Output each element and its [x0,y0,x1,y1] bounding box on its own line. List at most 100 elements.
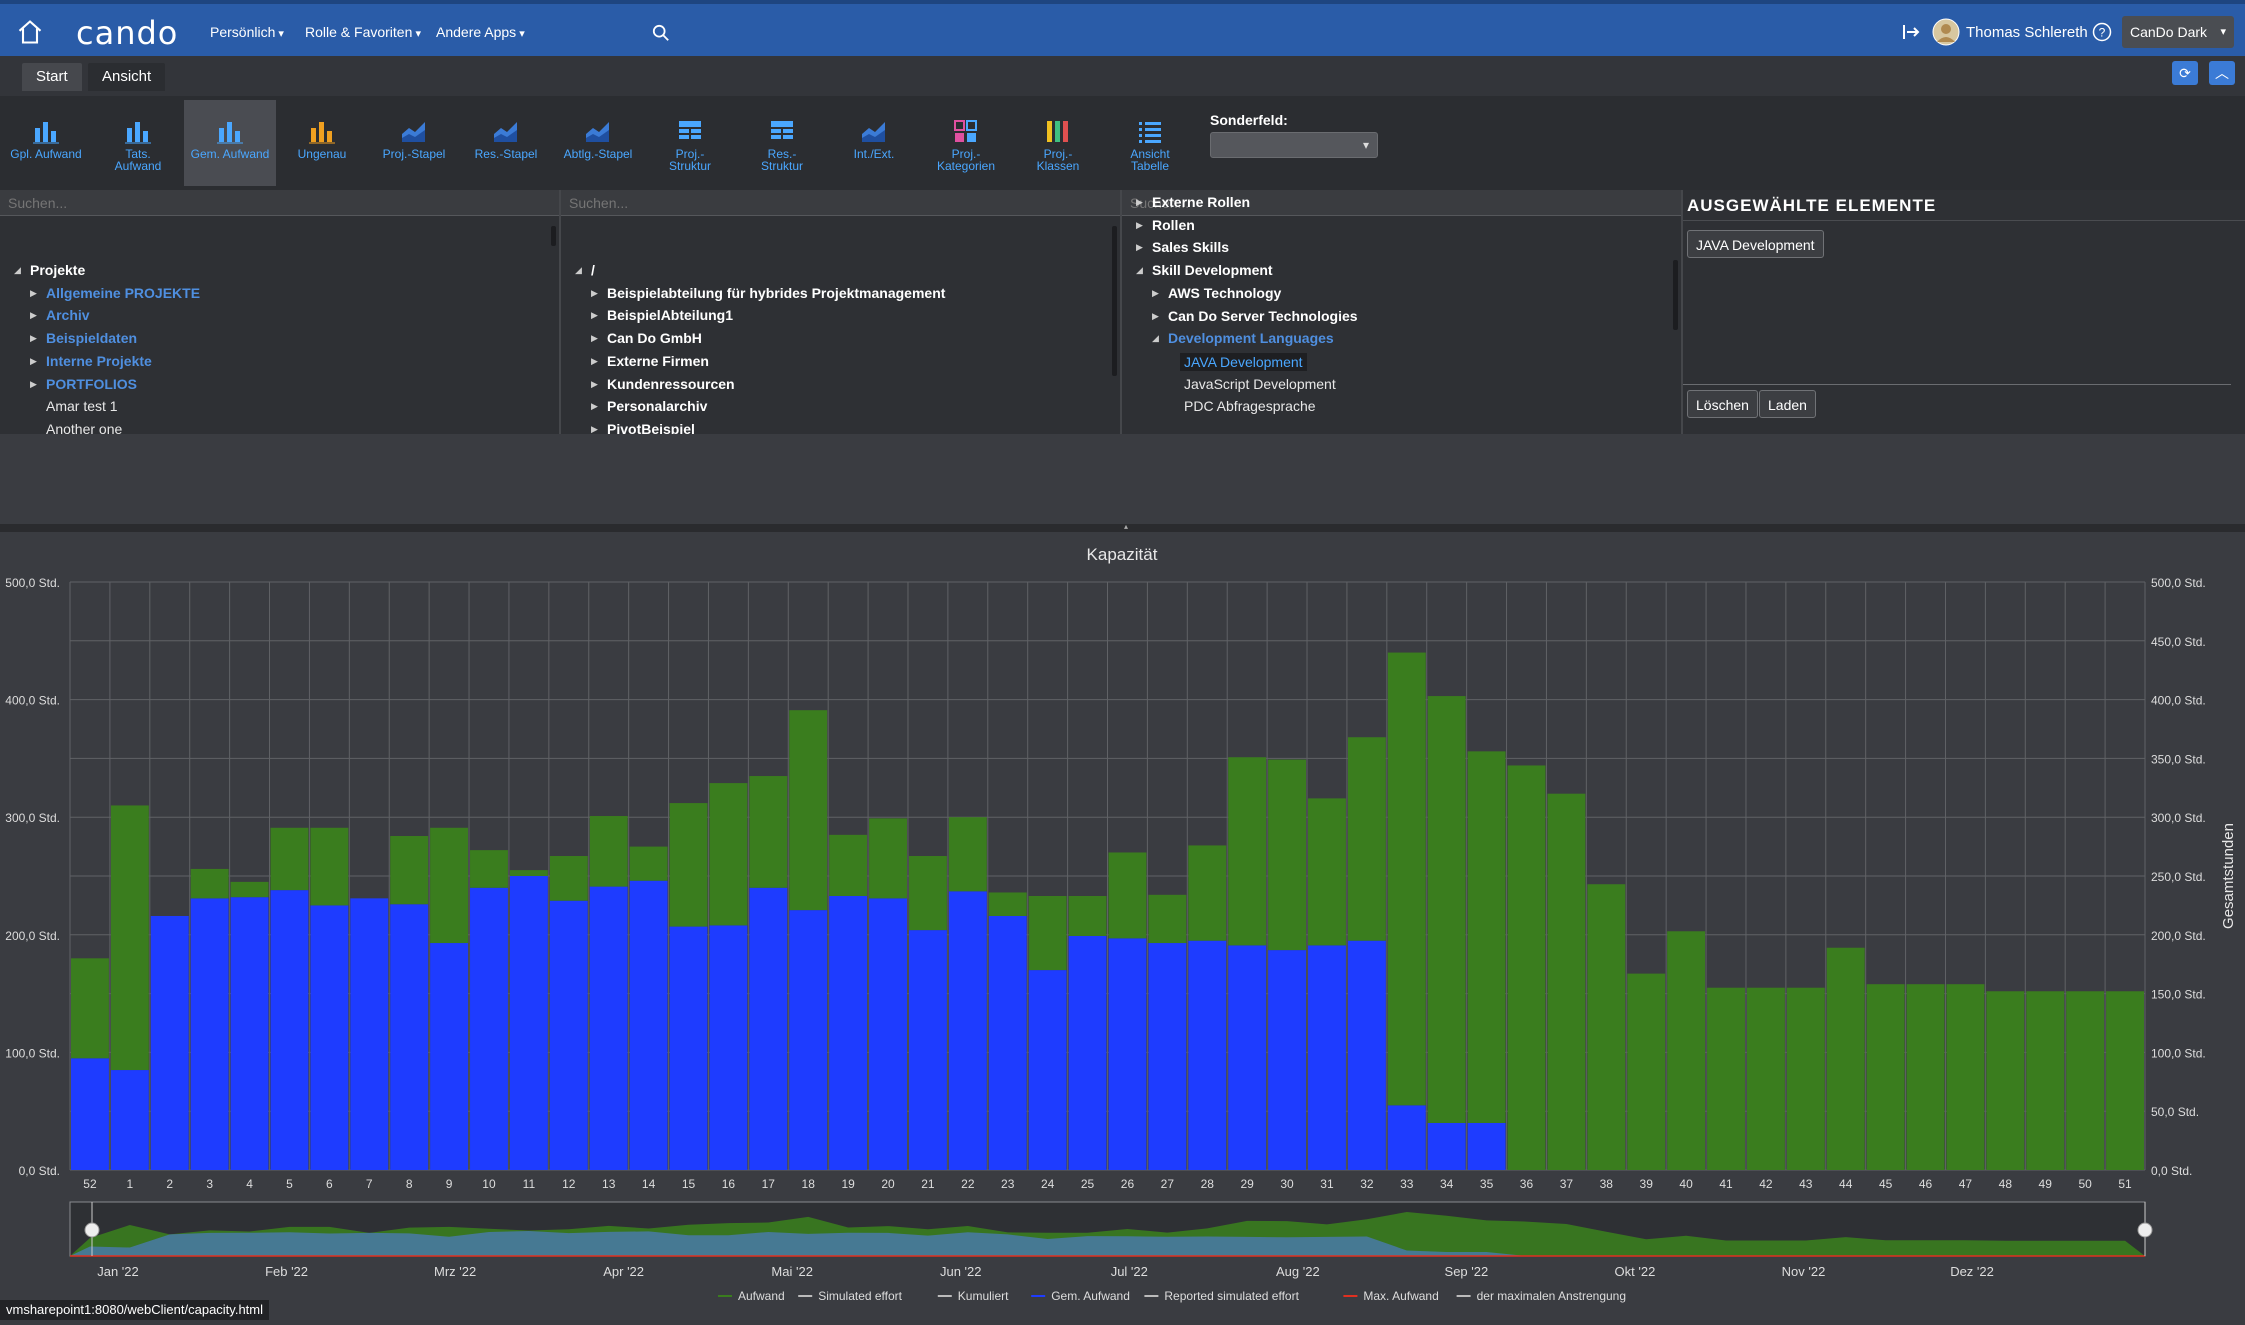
bar-aufwand[interactable] [2026,991,2065,1170]
bar-gem-aufwand[interactable] [908,930,947,1170]
tree-item[interactable]: Personalarchiv [607,398,707,414]
tree-item[interactable]: PORTFOLIOS [46,376,137,392]
splitter-handle[interactable]: ▴ [0,523,2245,532]
bar-aufwand[interactable] [1507,765,1546,1170]
ribbon-button-proj-klassen[interactable]: Proj.-Klassen [1012,100,1104,186]
ribbon-button-abtlg-stapel[interactable]: Abtlg.-Stapel [552,100,644,186]
tree-item[interactable]: Development Languages [1168,330,1334,346]
bar-aufwand[interactable] [1308,798,1346,946]
collapsed-arrow-icon[interactable]: ▶ [591,310,598,321]
tree-item[interactable]: JAVA Development [1180,352,1307,371]
bar-gem-aufwand[interactable] [110,1070,149,1170]
bar-aufwand[interactable] [1268,759,1307,951]
bar-gem-aufwand[interactable] [709,925,748,1170]
bar-aufwand[interactable] [1946,984,1985,1170]
bar-gem-aufwand[interactable] [470,887,508,1170]
ribbon-button-res-struktur[interactable]: Res.-Struktur [736,100,828,186]
menu-rolle-favoriten[interactable]: Rolle & Favoriten [305,24,421,40]
bar-gem-aufwand[interactable] [509,876,548,1170]
expanded-arrow-icon[interactable]: ◢ [1152,333,1159,344]
collapsed-arrow-icon[interactable]: ▶ [30,310,37,321]
tree-item[interactable]: Rollen [1152,217,1195,233]
bar-gem-aufwand[interactable] [1467,1122,1506,1170]
bar-aufwand[interactable] [190,868,229,899]
navigator-left-handle[interactable] [84,1222,100,1238]
special-field-select[interactable] [1210,132,1378,158]
bar-aufwand[interactable] [1188,845,1227,941]
bar-aufwand[interactable] [669,803,708,927]
help-icon[interactable]: ? [2092,22,2112,42]
bar-aufwand[interactable] [1427,696,1466,1123]
ribbon-button-proj-kategorien[interactable]: Proj.-Kategorien [920,100,1012,186]
bar-aufwand[interactable] [509,870,548,876]
collapsed-arrow-icon[interactable]: ▶ [1152,288,1159,299]
bar-aufwand[interactable] [2106,991,2144,1170]
bar-gem-aufwand[interactable] [789,910,828,1170]
bar-aufwand[interactable] [629,846,668,881]
menu-persoenlich[interactable]: Persönlich [210,24,284,40]
bar-aufwand[interactable] [1667,931,1706,1170]
ribbon-button-int-ext-[interactable]: Int./Ext. [828,100,920,186]
ribbon-button-ansicht-tabelle[interactable]: Ansicht Tabelle [1104,100,1196,186]
bar-aufwand[interactable] [1587,884,1626,1170]
bar-aufwand[interactable] [270,827,309,891]
tree-item[interactable]: Archiv [46,307,90,323]
bar-aufwand[interactable] [1347,737,1386,941]
bar-gem-aufwand[interactable] [549,900,588,1170]
bar-aufwand[interactable] [1108,852,1147,939]
bar-aufwand[interactable] [1786,987,1825,1170]
bar-gem-aufwand[interactable] [71,1058,109,1170]
app-logo[interactable]: cando [76,14,178,52]
ribbon-button-res-stapel[interactable]: Res.-Stapel [460,100,552,186]
ribbon-button-tats-aufwand[interactable]: Tats. Aufwand [92,100,184,186]
collapsed-arrow-icon[interactable]: ▶ [591,424,598,434]
collapsed-arrow-icon[interactable]: ▶ [1136,220,1143,231]
bar-aufwand[interactable] [1068,895,1107,936]
theme-selector[interactable]: CanDo Dark ▾ [2122,16,2234,48]
bar-aufwand[interactable] [1707,987,1745,1170]
tree-item[interactable]: BeispielAbteilung1 [607,307,733,323]
tree-item[interactable]: Interne Projekte [46,353,152,369]
bar-gem-aufwand[interactable] [190,898,229,1170]
ribbon-button-ungenau[interactable]: Ungenau [276,100,368,186]
tree-item[interactable]: Beispielabteilung für hybrides Projektma… [607,285,945,301]
bar-aufwand[interactable] [390,836,429,905]
load-button[interactable]: Laden [1759,390,1816,418]
tree-item[interactable]: Another one [46,421,122,434]
bar-gem-aufwand[interactable] [350,898,389,1170]
avatar[interactable] [1932,18,1960,46]
collapsed-arrow-icon[interactable]: ▶ [591,401,598,412]
bar-gem-aufwand[interactable] [988,915,1027,1170]
bar-gem-aufwand[interactable] [1387,1105,1426,1170]
tree-item[interactable]: Kundenressourcen [607,376,735,392]
bar-aufwand[interactable] [1028,895,1067,971]
bar-gem-aufwand[interactable] [948,891,987,1170]
search-icon[interactable] [652,24,670,42]
bar-aufwand[interactable] [749,776,788,888]
tree-item[interactable]: PDC Abfragesprache [1184,398,1316,414]
bar-aufwand[interactable] [988,892,1027,916]
bar-aufwand[interactable] [549,856,588,901]
bar-aufwand[interactable] [310,827,349,906]
bar-gem-aufwand[interactable] [749,887,788,1170]
collapsed-arrow-icon[interactable]: ▶ [591,333,598,344]
bar-gem-aufwand[interactable] [310,905,349,1170]
tree-item[interactable]: AWS Technology [1168,285,1281,301]
user-name[interactable]: Thomas Schlereth [1966,24,2088,41]
bar-gem-aufwand[interactable] [669,926,708,1170]
bar-aufwand[interactable] [829,834,868,896]
bar-aufwand[interactable] [1387,652,1426,1106]
bar-aufwand[interactable] [1148,894,1187,944]
bar-aufwand[interactable] [1866,984,1905,1170]
bar-aufwand[interactable] [948,817,987,892]
bar-aufwand[interactable] [1627,973,1666,1170]
tree-item[interactable]: Sales Skills [1152,239,1229,255]
delete-button[interactable]: Löschen [1687,390,1758,418]
bar-gem-aufwand[interactable] [1068,935,1107,1170]
bar-gem-aufwand[interactable] [1308,945,1346,1170]
bar-aufwand[interactable] [110,805,149,1071]
tree-item[interactable]: Skill Development [1152,262,1273,278]
bar-gem-aufwand[interactable] [270,890,309,1170]
bar-aufwand[interactable] [1547,793,1586,1170]
collapsed-arrow-icon[interactable]: ▶ [591,356,598,367]
